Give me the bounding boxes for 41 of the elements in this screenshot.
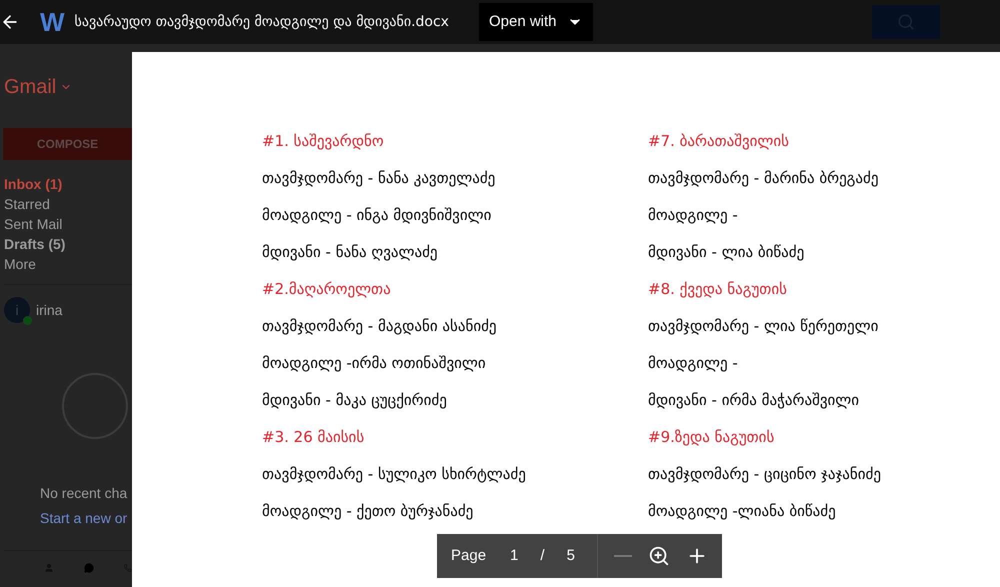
document-line: მოადგილე -ირმა ოთინაშვილი — [262, 354, 486, 372]
document-line: თავმჯდომარე - ლია წერეთელი — [648, 317, 878, 335]
minus-icon — [614, 555, 632, 557]
gmail-logo: Gmail — [4, 75, 56, 100]
folder-link[interactable]: Starred — [4, 194, 132, 214]
page-separator: / — [540, 546, 545, 566]
document-line: მოადგილე - — [648, 354, 738, 372]
folder-link[interactable]: More — [4, 254, 132, 274]
document-line: მოადგილე -ლიანა ბიწაძე — [648, 502, 836, 520]
folder-link[interactable]: Inbox (1) — [4, 174, 132, 194]
document-line: მდივანი - მაკა ცუცქირიძე — [262, 391, 447, 409]
document-line: თავმჯდომარე - ციცინო ჯაჯანიძე — [648, 465, 881, 483]
section-heading: #8. ქვედა ნაგუთის — [648, 280, 787, 298]
zoom-in-icon — [648, 545, 670, 567]
current-page[interactable]: 1 — [510, 544, 518, 568]
document-line: მოადგილე - — [648, 206, 738, 224]
start-chat-link[interactable]: Start a new or — [40, 508, 132, 529]
no-chats-text: No recent cha — [40, 484, 128, 503]
document-line: მდივანი - ლია ბიწაძე — [648, 243, 804, 261]
document-line: მოადგილე - ინგა მდივნიშვილი — [262, 206, 492, 224]
document-line: მდივანი - ირმა მაჭარაშვილი — [648, 391, 860, 409]
folder-link[interactable]: Sent Mail — [4, 214, 132, 234]
page-label: Page — [451, 546, 486, 566]
zoom-button[interactable] — [648, 545, 670, 567]
document-line: მდივანი - ნანა ღვალაძე — [262, 243, 438, 261]
document-line: თავმჯდომარე - სულიკო სხირტლაძე — [262, 465, 526, 483]
document-line: თავმჯდომარე - ნანა კავთელაძე — [262, 169, 496, 187]
section-heading: #1. საშევარდნო — [262, 132, 384, 150]
account-name: irina — [36, 300, 62, 320]
word-file-icon: W — [40, 9, 65, 35]
section-heading: #2.მაღაროელთა — [262, 280, 391, 298]
total-pages: 5 — [566, 546, 575, 566]
section-heading: #9.ზედა ნაგუთის — [648, 428, 774, 446]
section-heading: #7. ბარათაშვილის — [648, 132, 789, 150]
document-line: მოადგილე - ქეთო ბურჯანაძე — [262, 502, 474, 520]
document-line: თავმჯდომარე - მაგდანი ასანიძე — [262, 317, 497, 335]
open-with-button[interactable]: Open with — [478, 3, 593, 41]
file-title: სავარაუდო თავმჯდომარე მოადგილე და მდივანი.docx — [74, 12, 449, 32]
folder-link[interactable]: Drafts (5) — [4, 234, 132, 254]
document-line: თავმჯდომარე - მარინა ბრეგაძე — [648, 169, 878, 187]
section-heading: #3. 26 მაისის — [262, 428, 364, 446]
